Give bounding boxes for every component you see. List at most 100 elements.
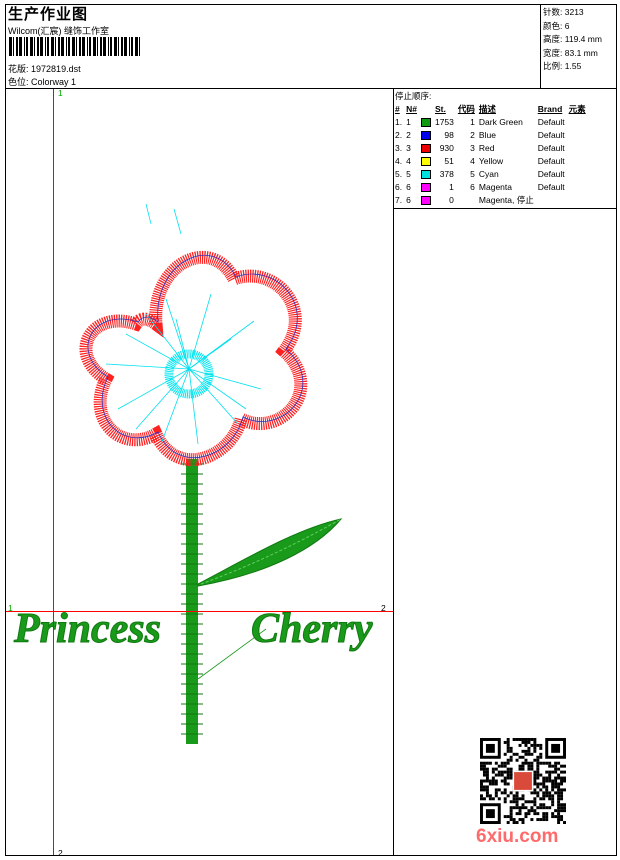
stat-scale: 比例: 1.55	[543, 61, 582, 71]
qr-module	[503, 770, 507, 774]
qr-module	[491, 779, 495, 783]
qr-module	[560, 806, 564, 810]
barcode-bar	[9, 37, 12, 56]
qr-module	[557, 803, 561, 807]
qr-module	[536, 791, 540, 795]
cell-brand: Default	[537, 181, 565, 192]
qr-module	[539, 773, 543, 777]
qr-module	[524, 752, 528, 756]
qr-module	[518, 764, 522, 768]
qr-module	[560, 764, 564, 768]
qr-module	[551, 788, 555, 792]
qr-module	[539, 782, 543, 786]
cell-st: 1	[449, 181, 454, 192]
qr-module	[491, 770, 495, 774]
cell-desc: Magenta, 停止	[478, 194, 534, 205]
qr-module	[557, 761, 561, 765]
cell-swatch	[419, 180, 433, 193]
qr-module	[539, 806, 543, 810]
qr-module	[551, 764, 555, 768]
cell-code: 3	[470, 142, 475, 153]
qr-module	[482, 764, 486, 768]
flower	[79, 203, 308, 467]
qr-module	[512, 738, 516, 741]
table-row: 5. 5 378 5 Cyan Default	[393, 167, 588, 180]
qr-module	[536, 773, 540, 777]
qr-module	[530, 752, 534, 756]
qr-module	[521, 755, 525, 759]
qr-module	[480, 764, 483, 768]
stem	[181, 459, 203, 744]
qr-module	[539, 752, 543, 756]
qr-module	[521, 818, 525, 822]
qr-module	[509, 749, 513, 753]
qr-module	[515, 806, 519, 810]
qr-module	[485, 785, 489, 789]
cell-st: 98	[444, 129, 454, 140]
barcode-bar	[93, 37, 96, 56]
barcode-bar	[37, 37, 39, 56]
barcode-bar	[131, 37, 133, 56]
qr-module	[557, 788, 561, 792]
qr-module	[521, 738, 525, 741]
qr-module	[551, 743, 561, 753]
qr-module	[506, 767, 510, 771]
qr-module	[533, 749, 537, 753]
qr-module	[512, 806, 516, 810]
qr-module	[554, 815, 558, 819]
barcode-bar	[118, 37, 119, 56]
qr-module	[563, 803, 566, 807]
qr-module	[527, 767, 531, 771]
qr-module	[521, 764, 525, 768]
qr-module	[551, 779, 555, 783]
barcode-bar	[89, 37, 91, 56]
qr-module	[539, 818, 543, 822]
cell-brand: Default	[537, 142, 565, 153]
qr-module	[503, 788, 507, 792]
qr-module	[545, 761, 549, 765]
qr-module	[533, 776, 537, 780]
qr-module	[533, 812, 537, 816]
qr-module	[557, 797, 561, 801]
qr-module	[530, 806, 534, 810]
qr-module	[551, 782, 555, 786]
qr-module	[548, 779, 552, 783]
qr-module	[545, 818, 549, 822]
colorway-label: 色位:	[8, 77, 29, 87]
color-swatch	[420, 130, 431, 140]
qr-module	[560, 788, 564, 792]
barcode-bar	[110, 37, 112, 56]
qr-module	[533, 788, 537, 792]
col-code: 代码	[457, 103, 475, 114]
qr-module	[500, 773, 504, 777]
qr-module	[527, 738, 531, 741]
barcode-bar	[124, 37, 127, 56]
table-divider	[393, 208, 617, 209]
barcode-bar	[135, 37, 138, 56]
qr-module	[509, 791, 513, 795]
qr-module	[560, 770, 564, 774]
qr-module	[557, 794, 561, 798]
qr-module	[530, 791, 534, 795]
qr-module	[512, 821, 516, 824]
barcode-bar	[61, 37, 64, 56]
qr-module	[488, 794, 492, 798]
qr-module	[536, 770, 540, 774]
cell-n: 5	[406, 168, 411, 179]
design-row: 花版: 1972819.dst	[8, 62, 81, 75]
qr-module	[521, 797, 525, 801]
qr-module	[518, 755, 522, 759]
qr-module	[560, 776, 564, 780]
qr-module	[482, 797, 486, 801]
qr-module	[533, 791, 537, 795]
qr-module	[485, 767, 489, 771]
qr-module	[515, 738, 519, 741]
qr-module	[506, 770, 510, 774]
table-row: 4. 4 51 4 Yellow Default	[393, 154, 588, 167]
qr-module	[521, 761, 525, 765]
qr-module	[533, 770, 537, 774]
color-swatch	[420, 169, 431, 179]
qr-module	[536, 782, 540, 786]
barcode-bar	[82, 37, 85, 56]
cell-swatch	[419, 193, 433, 206]
